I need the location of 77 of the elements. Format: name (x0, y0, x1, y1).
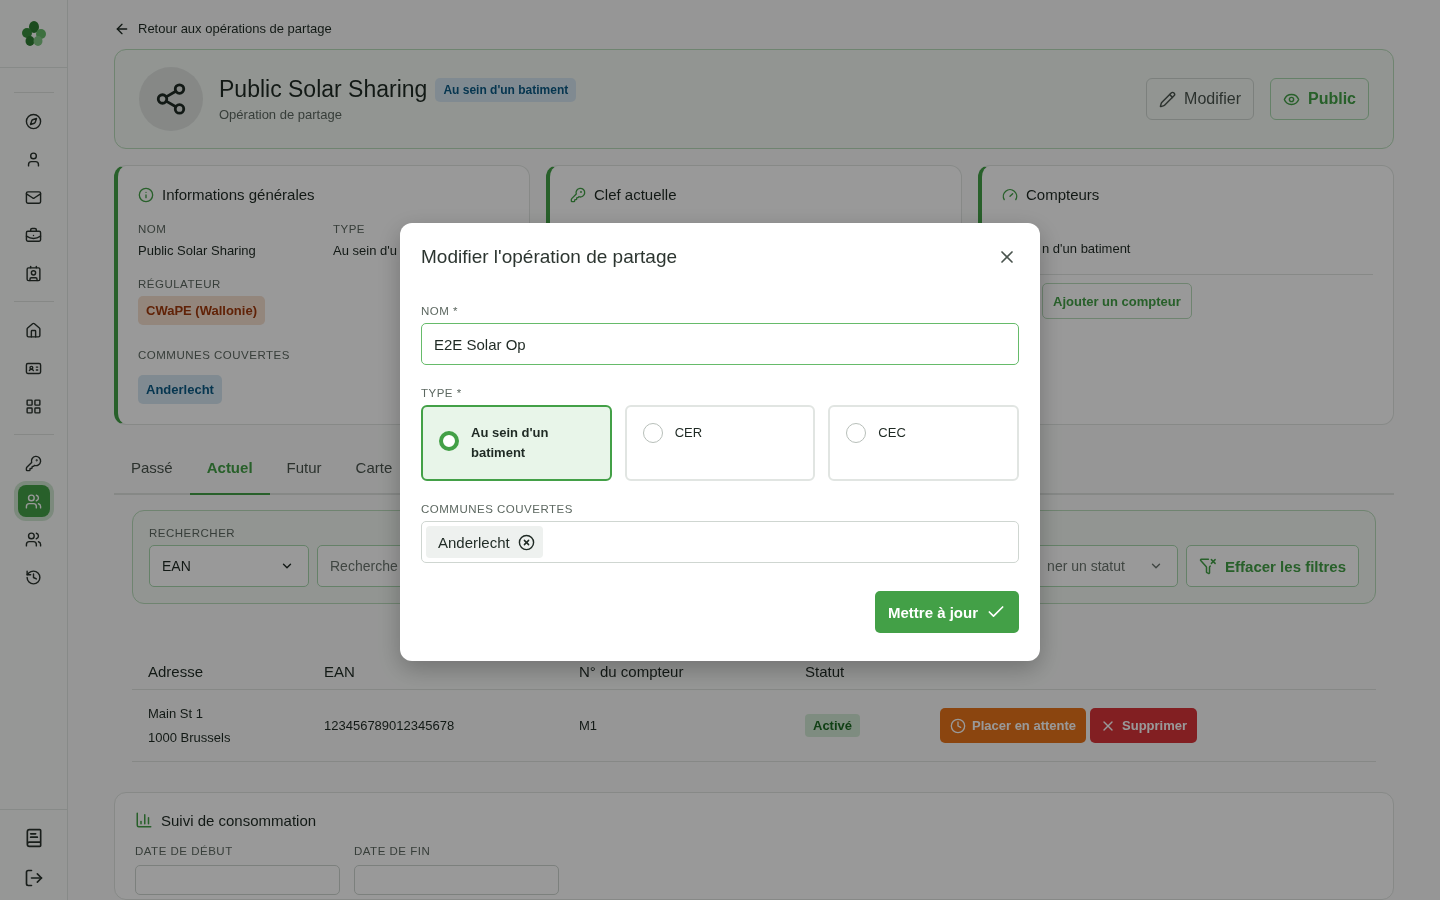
clear-filters-button[interactable]: Effacer les filtres (1186, 545, 1359, 588)
users-icon (25, 530, 42, 548)
contact-icon (25, 264, 42, 282)
clock-icon (950, 717, 966, 734)
field-label: NOM (138, 223, 168, 236)
status-badge: Activé (805, 714, 861, 738)
regulator-tag: CWaPE (Wallonie) (138, 296, 265, 326)
gauge-icon (1002, 186, 1018, 203)
field-label: DATE DE DÉBUT (135, 845, 234, 858)
page-title: Public Solar Sharing (219, 76, 428, 104)
field-label: RÉGULATEUR (138, 278, 222, 291)
type-badge: Au sein d'un batiment (435, 77, 577, 102)
public-button[interactable]: Public (1270, 78, 1369, 121)
users-icon (25, 492, 42, 510)
commune-tag: Anderlecht (138, 375, 222, 405)
share-icon (154, 82, 188, 117)
radio-icon (846, 423, 867, 443)
type-option[interactable]: CEC (828, 405, 1019, 481)
radio-icon (642, 423, 663, 443)
card-title: Suivi de consommation (161, 811, 317, 829)
card-title: Informations générales (162, 186, 315, 204)
add-meter-button[interactable]: Ajouter un compteur (1042, 283, 1192, 320)
field-label: COMMUNES COUVERTES (138, 349, 291, 362)
page-subtitle: Opération de partage (219, 107, 343, 123)
grid-icon (25, 397, 42, 415)
field-value: Public Solar Sharing (138, 243, 257, 259)
field-select[interactable]: EAN (149, 545, 309, 588)
column-header: N° du compteur (579, 662, 685, 681)
radio-icon (439, 431, 459, 451)
field-label: DATE DE FIN (354, 845, 432, 858)
meter-cell-text: M1 (579, 716, 599, 735)
column-header: Statut (805, 662, 846, 681)
info-icon (138, 186, 154, 203)
field-label: TYPE (333, 223, 367, 236)
hold-button[interactable]: Placer en attente (940, 708, 1087, 744)
field-label: NOM * (421, 305, 459, 317)
column-header: Adresse (148, 662, 205, 681)
tab[interactable]: Futur (269, 442, 339, 496)
tab[interactable]: Actuel (189, 442, 270, 496)
logout-icon (23, 868, 44, 888)
card-title: Compteurs (1026, 186, 1100, 204)
mail-icon (25, 188, 42, 206)
update-button[interactable]: Mettre à jour (875, 591, 1019, 633)
tab[interactable]: Passé (114, 442, 190, 496)
field-label: TYPE * (421, 387, 463, 399)
type-option[interactable]: CER (624, 405, 816, 481)
field-label: COMMUNES COUVERTES (421, 503, 574, 515)
delete-button[interactable]: Supprimer (1090, 708, 1198, 744)
history-icon (25, 568, 42, 586)
card-title: Clef actuelle (594, 186, 677, 204)
date-field[interactable] (354, 865, 559, 896)
chip-label: Anderlecht (438, 533, 510, 551)
edit-button[interactable]: Modifier (1146, 78, 1254, 121)
dialog-title: Modifier l'opération de partage (421, 246, 678, 268)
ean-cell-text: 123456789012345678 (324, 716, 456, 735)
column-header: EAN (324, 662, 356, 681)
user-icon (25, 150, 42, 168)
key-icon (25, 454, 42, 472)
remove-button[interactable] (517, 533, 535, 551)
briefcase-icon (25, 226, 42, 244)
tab[interactable]: Carte (338, 442, 410, 496)
logo-icon (19, 19, 48, 48)
compass-icon (25, 112, 42, 130)
remove-icon (517, 533, 535, 551)
key-icon (570, 186, 586, 203)
field-value: Au sein d'u (333, 243, 398, 259)
back-link[interactable]: Retour aux opérations de partage (114, 18, 332, 40)
bar-chart-icon (135, 811, 153, 830)
pencil-icon (1159, 90, 1177, 108)
type-option[interactable]: Au sein d'un batiment (421, 405, 612, 481)
funnel-x-icon (1199, 557, 1218, 576)
filter-label: RECHERCHER (149, 527, 236, 540)
date-field[interactable] (135, 865, 340, 896)
communes-field[interactable]: Anderlecht (421, 521, 1019, 563)
name-input[interactable]: E2E Solar Op (421, 323, 1019, 365)
home-icon (25, 321, 42, 339)
address-cell-text: Main St 1 1000 Brussels (148, 704, 232, 747)
